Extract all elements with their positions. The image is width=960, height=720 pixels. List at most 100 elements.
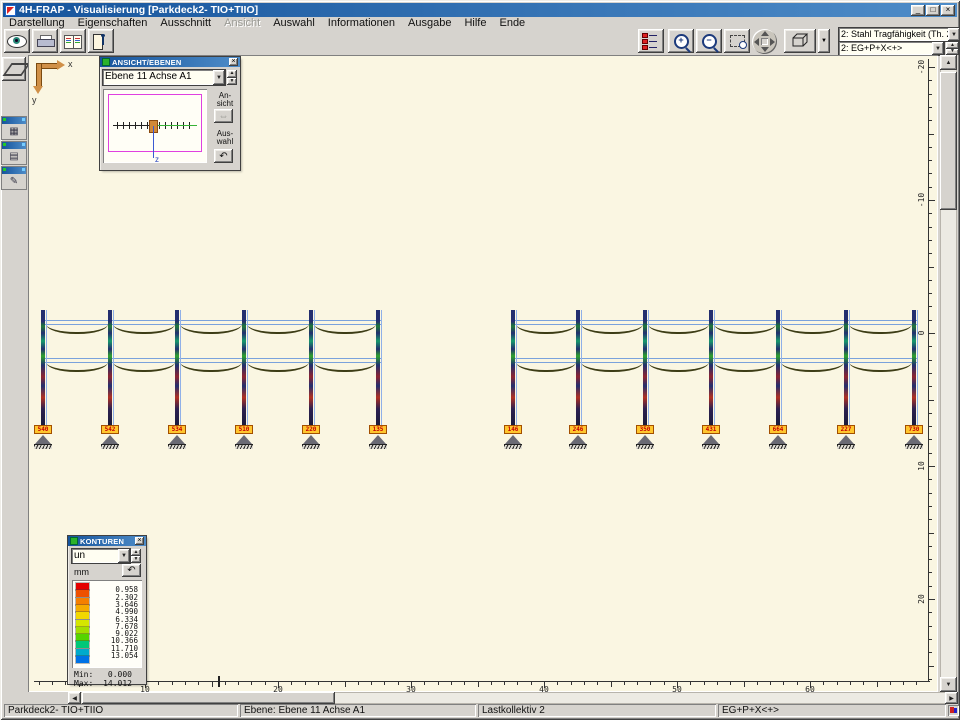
v-ruler-tick [929,346,932,347]
pan-navigator[interactable] [752,29,777,54]
plane-view-button[interactable] [2,57,26,81]
quantity-select[interactable]: un ▼ [72,549,130,563]
mini-toolwindow-edit[interactable]: ✎ [2,167,26,189]
node-label: 534 [168,425,186,434]
h-ruler-tick [877,682,878,687]
support-triangle-icon [770,435,786,444]
support-hatch-icon [569,444,587,449]
spin-down-icon[interactable]: ▼ [227,78,237,86]
mini-toolwindow-values[interactable]: ▤ [2,142,26,164]
vertical-scrollbar[interactable]: ▲ ▼ [940,55,957,692]
spin-up-icon[interactable]: ▲ [131,549,141,556]
double-arrow-icon: ⇔ [219,111,229,122]
panel-title-bar[interactable]: KONTUREN × [68,536,146,546]
node-label: 350 [636,425,654,434]
ansicht-button[interactable]: ⇔ [214,109,233,123]
level-preview: z [103,89,207,163]
h-ruler-tick [744,682,745,687]
result-case-select[interactable]: 2: Stahl Tragfähigkeit (Th. 2. O ▼ [839,28,960,41]
level-select[interactable]: Ebene 11 Achse A1 ▼ [103,70,225,85]
konturen-panel[interactable]: KONTUREN × un ▼ ▲ ▼ mm ↶ 0.9582.3023.646… [68,536,146,684]
status-bar: Parkdeck2- TIO+TIIOEbene: Ebene 11 Achse… [2,703,958,718]
help-button[interactable] [60,29,86,53]
v-ruler-tick [929,386,932,387]
legend-swatch [76,612,89,619]
support-triangle-icon [303,435,319,444]
view-options-button[interactable] [4,29,30,53]
close-icon[interactable]: × [135,537,144,545]
support-triangle-icon [906,435,922,444]
load-case-spinner[interactable]: ▲ ▼ [946,42,959,55]
node-label: 135 [369,425,387,434]
pan-down-icon [761,47,769,52]
chevron-down-icon[interactable]: ▼ [948,28,960,41]
mini-titlebar [2,117,26,124]
beam-deflection-curve [113,324,175,334]
load-case-select[interactable]: 2: EG+P+X<+> ▼ [839,42,944,55]
minimize-button[interactable]: _ [911,5,925,16]
display-settings-button[interactable] [638,29,664,53]
maximize-button[interactable]: □ [926,5,940,16]
plane-icon [2,63,30,76]
result-case-value: 2: Stahl Tragfähigkeit (Th. 2. O [839,28,948,41]
column-undeformed-line [581,310,582,425]
v-ruler-tick [929,519,932,520]
app-window: 4H-FRAP - Visualisierung [Parkdeck2- TIO… [0,0,960,720]
h-ruler-tick [517,682,518,685]
beam-deflection-curve [180,324,242,334]
auswahl-button[interactable]: ↶ [214,149,233,163]
exit-door-icon [92,34,110,48]
drawing-canvas[interactable]: x y 540542534510220135146246350431664227… [28,55,938,692]
window-controls: _ □ × [911,5,955,16]
beam-deflection-curve [113,362,175,372]
h-ruler-tick [424,682,425,685]
v-ruler-tick [929,493,932,494]
v-ruler-line [928,59,929,681]
v-ruler-tick [929,546,932,547]
legend-value: 13.054 [94,652,138,660]
h-ruler-marker [218,676,220,687]
v-ruler-tick [929,280,932,281]
support-hatch-icon [837,444,855,449]
pan-right-icon [770,38,775,46]
column-undeformed-line [314,310,315,425]
spin-up-icon[interactable]: ▲ [227,70,237,78]
h-ruler-tick [730,682,731,685]
v-ruler-tick [929,293,932,294]
chevron-down-icon[interactable]: ▼ [118,549,130,563]
scroll-down-icon[interactable]: ▼ [940,677,957,692]
chevron-down-icon[interactable]: ▼ [932,42,944,55]
scroll-up-icon[interactable]: ▲ [940,55,957,70]
support-hatch-icon [101,444,119,449]
print-button[interactable] [32,29,58,53]
view-3d-dropdown-button[interactable]: ▼ [818,29,830,53]
level-spinner[interactable]: ▲ ▼ [227,70,237,85]
v-ruler-tick [929,227,932,228]
close-button[interactable]: × [941,5,955,16]
panel-title-bar[interactable]: ANSICHT/EBENEN × [100,57,240,67]
mini-toolwindow-grid[interactable]: ▦ [2,117,26,139]
close-icon[interactable]: × [229,58,238,66]
h-ruler-tick [704,682,705,685]
zoom-in-button[interactable]: + [668,29,694,53]
settings-tree-icon [642,33,660,49]
apply-button[interactable]: ↶ [122,564,141,577]
column-undeformed-line [113,310,114,425]
spin-down-icon[interactable]: ▼ [131,556,141,563]
v-ruler-label: 10 [918,458,926,474]
curved-arrow-icon: ↶ [219,151,227,162]
vertical-scroll-thumb[interactable] [940,72,957,210]
level-value: Ebene 11 Achse A1 [103,70,213,85]
view-3d-button[interactable] [784,29,816,53]
exit-button[interactable] [88,29,114,53]
chevron-down-icon[interactable]: ▼ [213,70,225,85]
y-axis-label: y [32,95,37,105]
ansicht-ebenen-panel[interactable]: ANSICHT/EBENEN × Ebene 11 Achse A1 ▼ ▲ ▼… [100,57,240,170]
toolbar: + − ▼ 2: Stahl Tragfähigkeit (Th. 2. O ▼ [2,28,958,55]
column-member [175,310,179,425]
h-ruler-tick [305,682,306,685]
zoom-window-button[interactable] [724,29,750,53]
zoom-out-button[interactable]: − [696,29,722,53]
status-icon [948,705,959,716]
quantity-spinner[interactable]: ▲ ▼ [131,549,141,563]
